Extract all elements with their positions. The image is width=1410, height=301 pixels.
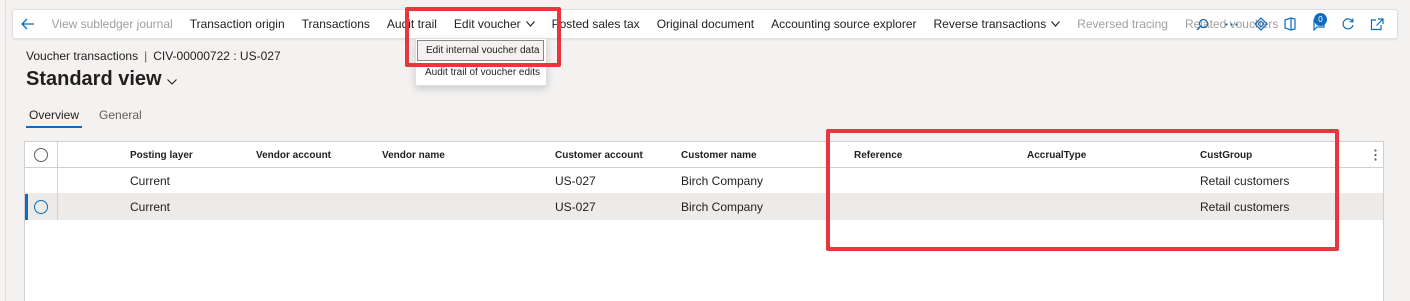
cell-customer-name: Birch Company [681, 174, 764, 188]
table-row[interactable]: Current US-027 Birch Company Retail cust… [25, 168, 1383, 194]
column-header-customer-name[interactable]: Customer name [681, 142, 757, 168]
column-header-posting-layer[interactable]: Posting layer [130, 142, 193, 168]
search-icon[interactable] [1188, 10, 1217, 38]
column-header-vendor-account[interactable]: Vendor account [256, 142, 331, 168]
row-select-cell[interactable] [25, 194, 58, 220]
audit-trail-of-voucher-edits-menu-item[interactable]: Audit trail of voucher edits [416, 61, 546, 84]
accounting-source-explorer-button[interactable]: Accounting source explorer [763, 10, 925, 38]
row-select-radio[interactable] [34, 200, 48, 214]
reversed-tracing-button[interactable]: Reversed tracing [1069, 10, 1177, 38]
breadcrumb-record: CIV-00000722 : US-027 [153, 49, 281, 63]
breadcrumb-separator: | [144, 49, 148, 63]
column-header-customer-account[interactable]: Customer account [555, 142, 643, 168]
audit-trail-button[interactable]: Audit trail [378, 10, 445, 38]
table-row[interactable]: Current US-027 Birch Company Retail cust… [25, 194, 1383, 220]
more-icon[interactable] [1217, 10, 1246, 38]
cell-posting-layer: Current [130, 174, 171, 188]
reverse-transactions-button[interactable]: Reverse transactions [925, 10, 1069, 38]
column-header-accrual-type[interactable]: AccrualType [1027, 142, 1086, 168]
voucher-transactions-grid: Posting layer Vendor account Vendor name… [24, 141, 1384, 301]
view-title: Standard view [26, 68, 162, 90]
edit-voucher-button[interactable]: Edit voucher [445, 10, 543, 38]
column-header-vendor-name[interactable]: Vendor name [382, 142, 445, 168]
grid-header: Posting layer Vendor account Vendor name… [25, 142, 1383, 168]
tab-overview[interactable]: Overview [26, 106, 83, 128]
select-all-radio[interactable] [34, 148, 48, 162]
breadcrumb-page: Voucher transactions [26, 49, 139, 63]
action-pane: View subledger journal Transaction origi… [12, 9, 1398, 39]
view-selector[interactable]: Standard view [26, 68, 177, 91]
tab-general[interactable]: General [96, 106, 145, 126]
column-header-cust-group[interactable]: CustGroup [1200, 142, 1252, 168]
row-select-cell[interactable] [25, 168, 58, 194]
edit-internal-voucher-data-menu-item[interactable]: Edit internal voucher data [417, 40, 544, 61]
open-new-window-icon[interactable] [1362, 10, 1391, 38]
office-icon[interactable] [1275, 10, 1304, 38]
back-button[interactable] [13, 10, 43, 38]
view-subledger-journal-button[interactable]: View subledger journal [43, 10, 181, 38]
notification-icon[interactable]: 0 [1304, 10, 1333, 38]
notification-count-badge: 0 [1314, 13, 1327, 26]
cell-customer-name: Birch Company [681, 200, 764, 214]
transaction-origin-button[interactable]: Transaction origin [181, 10, 293, 38]
chevron-down-icon [166, 79, 177, 85]
window-edge [0, 0, 6, 301]
posted-sales-tax-button[interactable]: Posted sales tax [543, 10, 648, 38]
transactions-button[interactable]: Transactions [293, 10, 378, 38]
chevron-down-icon [1051, 21, 1061, 27]
cell-cust-group: Retail customers [1200, 174, 1290, 188]
original-document-button[interactable]: Original document [648, 10, 762, 38]
toolbar-icon-group: 0 [1188, 10, 1391, 38]
chevron-down-icon [525, 21, 535, 27]
column-header-reference[interactable]: Reference [854, 142, 902, 168]
edit-voucher-menu: Edit internal voucher data Audit trail o… [415, 38, 547, 86]
cell-customer-account: US-027 [555, 174, 596, 188]
cell-customer-account: US-027 [555, 200, 596, 214]
cell-cust-group: Retail customers [1200, 200, 1290, 214]
column-options-icon[interactable] [1374, 142, 1377, 168]
select-all-cell[interactable] [25, 142, 58, 168]
back-arrow-icon [21, 18, 34, 30]
refresh-icon[interactable] [1333, 10, 1362, 38]
breadcrumb: Voucher transactions | CIV-00000722 : US-0… [26, 49, 281, 63]
tab-strip: Overview General [26, 106, 159, 128]
cell-posting-layer: Current [130, 200, 171, 214]
diamond-icon[interactable] [1246, 10, 1275, 38]
